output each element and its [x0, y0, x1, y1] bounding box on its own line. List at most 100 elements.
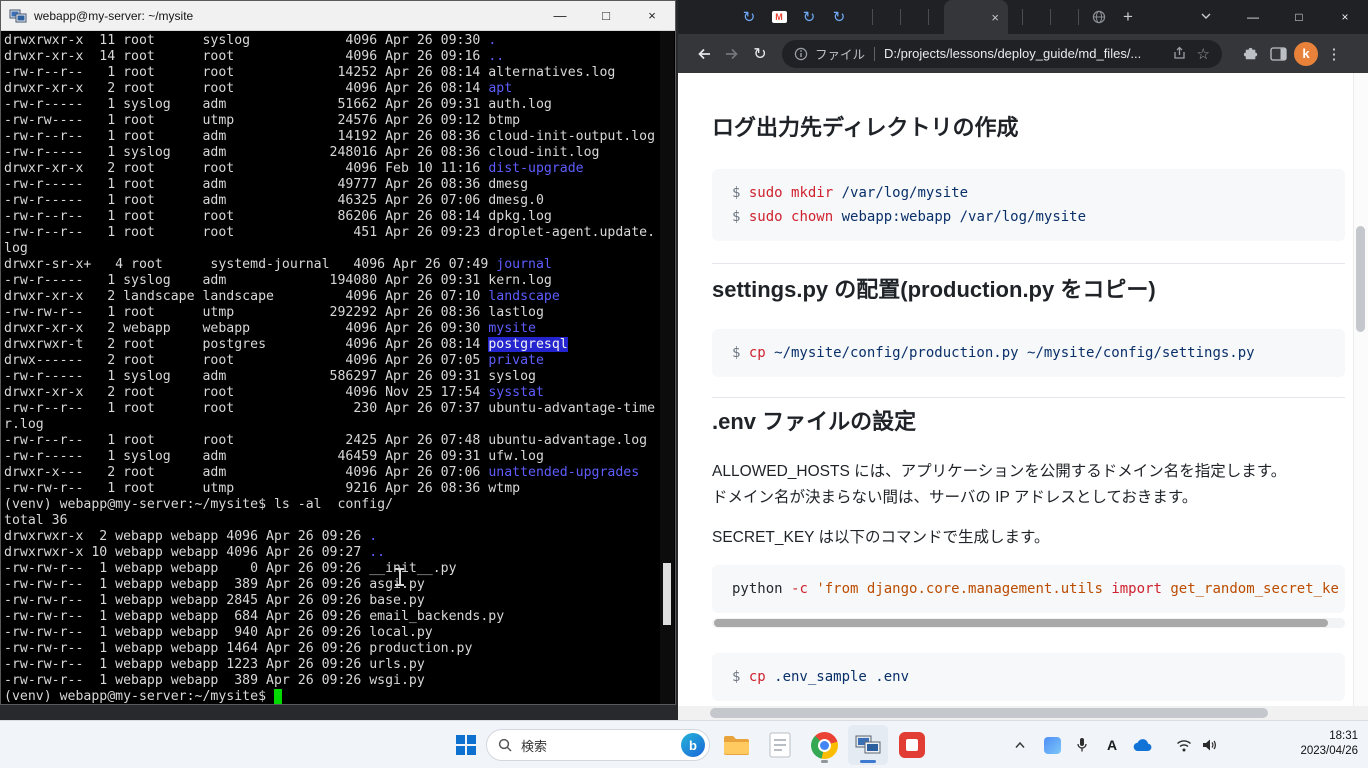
tray-overflow-button[interactable]	[1008, 725, 1032, 765]
code-block-hscrollbar[interactable]	[712, 618, 1345, 628]
folder-icon	[723, 735, 750, 756]
terminal-line: drwxr-xr-x 2 root root 4096 Nov 25 17:54…	[4, 385, 664, 401]
code-line: python -c 'from django.core.management.u…	[732, 577, 1325, 601]
code-line: $ sudo mkdir /var/log/mysite	[732, 181, 1325, 205]
address-bar[interactable]: ファイル D:/projects/lessons/deploy_guide/md…	[782, 40, 1222, 68]
forward-arrow-icon	[724, 46, 740, 62]
section-divider	[712, 397, 1345, 398]
search-placeholder: 検索	[521, 736, 547, 755]
terminal-line: -rw-r----- 1 syslog adm 586297 Apr 26 09…	[4, 369, 664, 385]
forward-button[interactable]	[718, 40, 746, 68]
page-horizontal-scrollbar[interactable]	[678, 706, 1354, 720]
taskbar-file-explorer[interactable]	[716, 725, 756, 765]
document-page: ログ出力先ディレクトリの作成 $ sudo mkdir /var/log/mys…	[712, 73, 1345, 701]
terminal-line: drwxrwxr-x 10 webapp webapp 4096 Apr 26 …	[4, 545, 664, 561]
back-button[interactable]	[690, 40, 718, 68]
code-block-cp-env: $ cp .env_sample .env	[712, 653, 1345, 701]
bookmark-star-icon[interactable]: ☆	[1197, 45, 1210, 63]
terminal-line: -rw-r--r-- 1 root root 86206 Apr 26 08:1…	[4, 209, 664, 225]
terminal-body: drwxrwxr-x 11 root syslog 4096 Apr 26 09…	[1, 31, 675, 704]
terminal-window: webapp@my-server: ~/mysite — □ × drwxrwx…	[0, 0, 676, 705]
terminal-line: -rw-rw-r-- 1 webapp webapp 389 Apr 26 09…	[4, 673, 664, 689]
sync-icon: ↻	[803, 10, 816, 25]
code-block-hscrollbar-thumb[interactable]	[714, 619, 1328, 627]
terminal-minimize-button[interactable]: —	[537, 1, 583, 30]
tab-separator	[1022, 9, 1023, 25]
tray-onedrive-button[interactable]	[1128, 725, 1156, 765]
taskbar-putty[interactable]	[848, 725, 888, 765]
taskbar-clock[interactable]: 18:31 2023/04/26	[1300, 729, 1358, 759]
terminal-scrollbar[interactable]	[660, 31, 674, 704]
paragraph-line: ドメイン名が決まらない間は、サーバの IP アドレスとしておきます。	[712, 485, 1345, 511]
tab-separator	[900, 9, 901, 25]
tray-app-button[interactable]	[1040, 725, 1064, 765]
browser-close-button[interactable]: ×	[1322, 0, 1368, 34]
tab-separator	[1078, 9, 1079, 25]
pinned-tab[interactable]: ↻	[796, 5, 822, 29]
terminal-line: drwxr-xr-x 2 webapp webapp 4096 Apr 26 0…	[4, 321, 664, 337]
pinned-tab[interactable]: M	[766, 5, 792, 29]
share-icon[interactable]	[1172, 46, 1187, 61]
terminal-maximize-button[interactable]: □	[583, 1, 629, 30]
taskbar-notepad[interactable]	[760, 725, 800, 765]
bing-icon: b	[681, 733, 705, 757]
browser-window-controls: — □ ×	[1230, 0, 1368, 34]
tabstrip-chevron-button[interactable]	[1200, 12, 1212, 20]
code-block-mkdir-chown: $ sudo mkdir /var/log/mysite$ sudo chown…	[712, 169, 1345, 241]
terminal-line: drwxr-xr-x 2 landscape landscape 4096 Ap…	[4, 289, 664, 305]
pinned-tab[interactable]: ↻	[826, 5, 852, 29]
terminal-line: -rw-rw-r-- 1 webapp webapp 389 Apr 26 09…	[4, 577, 664, 593]
terminal-line: drwx------ 2 root root 4096 Apr 26 07:05…	[4, 353, 664, 369]
pinned-tab[interactable]: ↻	[736, 5, 762, 29]
tray-volume-button[interactable]	[1198, 725, 1222, 765]
terminal-line: -rw-rw-r-- 1 webapp webapp 0 Apr 26 09:2…	[4, 561, 664, 577]
terminal-line: -rw-r----- 1 syslog adm 194080 Apr 26 09…	[4, 273, 664, 289]
tab-separator	[928, 9, 929, 25]
side-panel-button[interactable]	[1264, 40, 1292, 68]
back-arrow-icon	[696, 46, 712, 62]
extensions-button[interactable]	[1236, 40, 1264, 68]
wifi-icon	[1176, 739, 1192, 752]
page-vertical-scrollbar[interactable]	[1353, 73, 1368, 706]
terminal-line: drwxr-xr-x 2 root root 4096 Apr 26 08:14…	[4, 81, 664, 97]
terminal-line: -rw-rw---- 1 root utmp 24576 Apr 26 09:1…	[4, 113, 664, 129]
new-tab-button[interactable]: +	[1116, 5, 1140, 29]
taskbar-red-app[interactable]	[892, 725, 932, 765]
page-vertical-scrollbar-thumb[interactable]	[1356, 226, 1365, 332]
browser-maximize-button[interactable]: □	[1276, 0, 1322, 34]
terminal-line: -rw-rw-r-- 1 webapp webapp 684 Apr 26 09…	[4, 609, 664, 625]
onedrive-cloud-icon	[1132, 738, 1152, 752]
active-tab[interactable]: ×	[944, 0, 1008, 34]
terminal-line: -rw-r----- 1 root adm 49777 Apr 26 08:36…	[4, 177, 664, 193]
scrollbar-corner	[1354, 706, 1368, 720]
terminal-close-button[interactable]: ×	[629, 1, 675, 30]
start-button[interactable]	[446, 725, 486, 765]
terminal-line: -rw-rw-r-- 1 webapp webapp 2845 Apr 26 0…	[4, 593, 664, 609]
terminal-line: log	[4, 241, 664, 257]
taskbar-search[interactable]: 検索 b	[486, 729, 710, 761]
tab-separator	[872, 9, 873, 25]
doc-paragraph-allowed-hosts: ALLOWED_HOSTS には、アプリケーションを公開するドメイン名を指定しま…	[712, 459, 1345, 511]
browser-menu-button[interactable]: ⋮	[1320, 40, 1348, 68]
terminal-line: -rw-rw-r-- 1 webapp webapp 940 Apr 26 09…	[4, 625, 664, 641]
tab-close-icon[interactable]: ×	[991, 11, 999, 24]
terminal-line: -rw-r--r-- 1 root root 230 Apr 26 07:37 …	[4, 401, 664, 417]
tray-network-button[interactable]	[1172, 725, 1196, 765]
code-line: $ cp ~/mysite/config/production.py ~/mys…	[732, 341, 1325, 365]
chevron-down-icon	[1200, 12, 1212, 20]
globe-icon	[1092, 10, 1106, 24]
profile-avatar[interactable]: k	[1292, 40, 1320, 68]
browser-content: ログ出力先ディレクトリの作成 $ sudo mkdir /var/log/mys…	[678, 73, 1368, 720]
chrome-icon	[811, 732, 838, 759]
reload-button[interactable]: ↻	[746, 40, 774, 68]
browser-tab[interactable]	[1086, 5, 1112, 29]
terminal-titlebar[interactable]: webapp@my-server: ~/mysite — □ ×	[1, 1, 675, 31]
taskbar-chrome[interactable]	[804, 725, 844, 765]
terminal-scrollbar-thumb[interactable]	[663, 563, 671, 625]
ime-mode-indicator[interactable]: A	[1100, 725, 1124, 765]
putty-icon	[9, 8, 27, 24]
page-horizontal-scrollbar-thumb[interactable]	[710, 708, 1268, 718]
tray-microphone-button[interactable]	[1070, 725, 1094, 765]
chevron-up-icon	[1014, 741, 1026, 749]
browser-minimize-button[interactable]: —	[1230, 0, 1276, 34]
